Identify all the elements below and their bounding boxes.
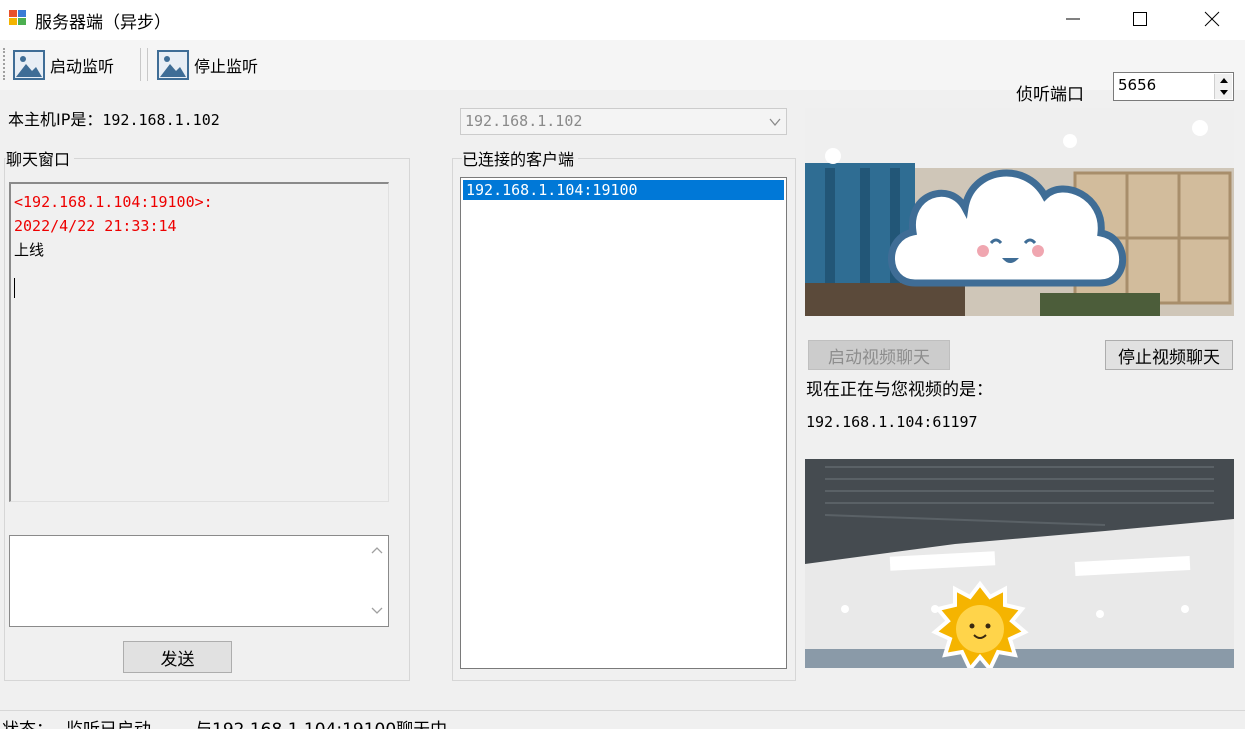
- title-bar: 服务器端（异步）: [0, 0, 1245, 40]
- port-label: 侦听端口: [1016, 85, 1084, 105]
- start-listening-button[interactable]: 启动监听: [13, 49, 114, 81]
- status-prefix: 状态：: [2, 715, 53, 729]
- chat-group-title: 聊天窗口: [6, 146, 75, 170]
- chat-message-text: 上线: [14, 241, 45, 259]
- window-title: 服务器端（异步）: [35, 13, 171, 33]
- port-value: 5656: [1118, 76, 1157, 94]
- ip-select-value: 192.168.1.102: [465, 112, 583, 130]
- scroll-up-icon: [371, 547, 383, 554]
- toolbar-separator: [140, 48, 148, 81]
- status-listening: 监听已启动: [66, 715, 151, 729]
- video-peer-label: 现在正在与您视频的是：: [806, 380, 993, 400]
- maximize-icon: [1133, 12, 1147, 26]
- remote-video-frame: [805, 108, 1234, 316]
- spinner-down-icon: [1219, 89, 1228, 95]
- chat-message-time: 2022/4/22 21:33:14: [14, 217, 177, 235]
- local-video-frame: [805, 459, 1234, 668]
- spinner-up-button[interactable]: [1215, 74, 1232, 86]
- start-listening-label: 启动监听: [50, 57, 115, 76]
- remote-video: [805, 108, 1234, 316]
- maximize-button[interactable]: [1104, 0, 1176, 38]
- toolbar-grip[interactable]: [3, 48, 6, 80]
- local-video: [805, 459, 1234, 668]
- spinner-up-icon: [1219, 77, 1228, 83]
- port-spinner[interactable]: 5656: [1113, 72, 1234, 101]
- host-ip-row: 本主机IP是：192.168.1.102: [8, 106, 220, 130]
- message-input-scrollbar[interactable]: [366, 536, 388, 626]
- client-list-item[interactable]: 192.168.1.104:19100: [463, 180, 784, 200]
- stop-listening-label: 停止监听: [194, 57, 259, 76]
- close-button[interactable]: [1176, 0, 1245, 38]
- clients-group-title: 已连接的客户端: [462, 146, 579, 170]
- image-icon: [13, 50, 45, 80]
- text-caret: [14, 278, 15, 298]
- image-icon: [157, 50, 189, 80]
- minimize-icon: [1066, 18, 1080, 20]
- chevron-down-icon: [769, 118, 781, 127]
- spinner-down-button[interactable]: [1215, 86, 1232, 98]
- stop-listening-button[interactable]: 停止监听: [157, 49, 258, 81]
- scroll-down-icon: [371, 607, 383, 614]
- minimize-button[interactable]: [1037, 0, 1109, 38]
- chat-message-sender: <192.168.1.104:19100>:: [14, 193, 213, 211]
- message-input[interactable]: [9, 535, 389, 627]
- chat-history[interactable]: <192.168.1.104:19100>: 2022/4/22 21:33:1…: [9, 182, 389, 502]
- status-bar: 状态： 监听已启动 与192.168.1.104:19100聊天中: [0, 710, 1245, 729]
- client-list[interactable]: 192.168.1.104:19100: [460, 177, 787, 669]
- stop-video-chat-button[interactable]: 停止视频聊天: [1105, 340, 1233, 370]
- host-ip-value: 192.168.1.102: [102, 111, 220, 129]
- video-peer-value: 192.168.1.104:61197: [806, 413, 978, 431]
- app-icon: [9, 10, 27, 26]
- status-chat: 与192.168.1.104:19100聊天中: [195, 715, 447, 729]
- spinner-buttons: [1214, 74, 1232, 99]
- start-video-chat-button[interactable]: 启动视频聊天: [808, 340, 950, 370]
- close-icon: [1204, 11, 1220, 27]
- host-ip-label: 本主机IP是：: [8, 110, 103, 129]
- send-button[interactable]: 发送: [123, 641, 232, 673]
- ip-select[interactable]: 192.168.1.102: [460, 108, 787, 135]
